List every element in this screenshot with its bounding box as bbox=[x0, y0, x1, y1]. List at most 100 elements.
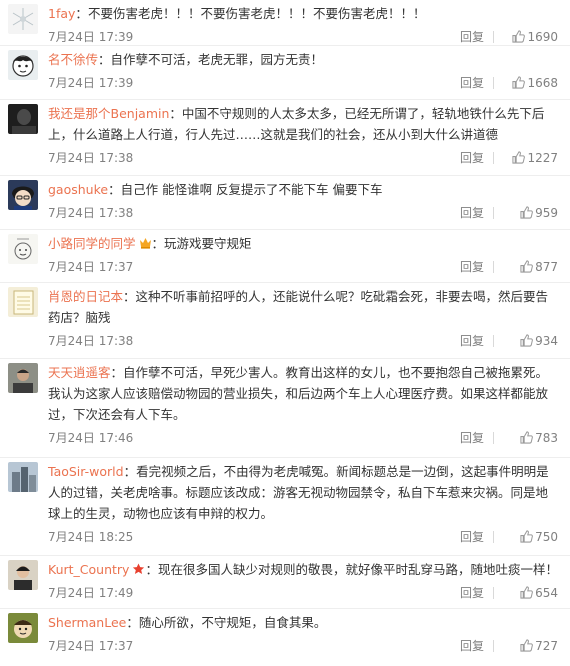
comment-time: 7月24日 17:38 bbox=[48, 334, 134, 348]
thumbs-up-icon bbox=[520, 530, 533, 543]
avatar-anime-boy-icon[interactable] bbox=[8, 180, 38, 210]
vip-badge-icon bbox=[139, 237, 152, 249]
reply-button[interactable]: 回复 bbox=[460, 580, 484, 606]
comment-username[interactable]: 我还是那个Benjamin bbox=[48, 106, 169, 121]
like-count: 1227 bbox=[527, 151, 558, 165]
thumbs-up-icon bbox=[520, 206, 533, 219]
divider bbox=[493, 640, 494, 652]
thumbs-up-icon bbox=[520, 334, 533, 347]
comment-username[interactable]: 1fay bbox=[48, 6, 75, 21]
reply-button[interactable]: 回复 bbox=[460, 633, 484, 659]
comment-username[interactable]: TaoSir-world bbox=[48, 464, 124, 479]
like-count: 1690 bbox=[527, 30, 558, 44]
comment-item: 天天逍遥客：自作孽不可活，早死少害人。教育出这样的女儿，也不要抱怨自己被拖累死。… bbox=[0, 359, 570, 458]
divider bbox=[493, 31, 494, 43]
comment-item: TaoSir-world：看完视频之后，不由得为老虎喊冤。新闻标题总是一边倒，这… bbox=[0, 458, 570, 556]
comment-text: 不要伤害老虎！！！不要伤害老虎！！！不要伤害老虎！！！ bbox=[87, 6, 426, 21]
comment-text: 自作孽不可活，老虎无罪，园方无责！ bbox=[110, 52, 324, 67]
comment-meta: 7月24日 17:38 回复 934 bbox=[48, 328, 558, 354]
divider bbox=[493, 531, 494, 543]
comment-username[interactable]: 肖恩的日记本 bbox=[48, 289, 123, 304]
comment-body: 名不徐传：自作孽不可活，老虎无罪，园方无责！ bbox=[48, 52, 324, 67]
avatar-dark-photo-icon[interactable] bbox=[8, 104, 38, 134]
avatar-building-photo-icon[interactable] bbox=[8, 462, 38, 492]
comment-item: 小路同学的同学 ：玩游戏要守规矩 7月24日 17:37 回复 877 bbox=[0, 230, 570, 283]
comment-username[interactable]: 名不徐传 bbox=[48, 52, 98, 67]
comment-meta: 7月24日 18:25 回复 750 bbox=[48, 524, 558, 550]
thumbs-up-icon bbox=[520, 586, 533, 599]
like-count: 934 bbox=[535, 334, 558, 348]
comment-time: 7月24日 18:25 bbox=[48, 530, 134, 544]
avatar-dandelion-icon[interactable] bbox=[8, 4, 38, 34]
reply-button[interactable]: 回复 bbox=[460, 145, 484, 171]
comment-time: 7月24日 17:49 bbox=[48, 586, 134, 600]
comment-time: 7月24日 17:46 bbox=[48, 431, 134, 445]
comment-text: 自作孽不可活，早死少害人。教育出这样的女儿，也不要抱怨自己被拖累死。我认为这家人… bbox=[48, 365, 549, 422]
reply-button[interactable]: 回复 bbox=[460, 524, 484, 550]
reply-button[interactable]: 回复 bbox=[460, 425, 484, 451]
comment-item: 1fay：不要伤害老虎！！！不要伤害老虎！！！不要伤害老虎！！！ 7月24日 1… bbox=[0, 0, 570, 46]
comment-body: Kurt_Country ：现在很多国人缺少对规则的敬畏，就好像平时乱穿马路，随地… bbox=[48, 562, 558, 577]
like-button[interactable]: 959 bbox=[500, 200, 558, 226]
like-button[interactable]: 727 bbox=[500, 633, 558, 659]
comment-username[interactable]: gaoshuke bbox=[48, 182, 108, 197]
comment-item: ShermanLee：随心所欲，不守规矩，自食其果。 7月24日 17:37 回… bbox=[0, 609, 570, 663]
reply-button[interactable]: 回复 bbox=[460, 254, 484, 280]
comment-username[interactable]: Kurt_Country bbox=[48, 562, 129, 577]
avatar-man-photo-icon[interactable] bbox=[8, 363, 38, 393]
like-button[interactable]: 1227 bbox=[500, 145, 558, 171]
like-count: 783 bbox=[535, 431, 558, 445]
like-button[interactable]: 654 bbox=[500, 580, 558, 606]
comment-meta: 7月24日 17:49 回复 654 bbox=[48, 580, 558, 606]
like-button[interactable]: 934 bbox=[500, 328, 558, 354]
divider bbox=[493, 152, 494, 164]
comment-username[interactable]: ShermanLee bbox=[48, 615, 126, 630]
like-count: 959 bbox=[535, 206, 558, 220]
comment-body: 1fay：不要伤害老虎！！！不要伤害老虎！！！不要伤害老虎！！！ bbox=[48, 6, 426, 21]
thumbs-up-icon bbox=[512, 151, 526, 164]
thumbs-up-icon bbox=[512, 76, 526, 89]
reply-button[interactable]: 回复 bbox=[460, 200, 484, 226]
comment-time: 7月24日 17:39 bbox=[48, 76, 134, 90]
comment-item: 肖恩的日记本：这种不听事前招呼的人，还能说什么呢？吃砒霜会死，非要去喝，然后要告… bbox=[0, 283, 570, 359]
comment-meta: 7月24日 17:37 回复 727 bbox=[48, 633, 558, 659]
comment-meta: 7月24日 17:37 回复 877 bbox=[48, 254, 558, 280]
avatar-doodle-icon[interactable] bbox=[8, 234, 38, 264]
comment-username[interactable]: 小路同学的同学 bbox=[48, 236, 136, 251]
comment-time: 7月24日 17:37 bbox=[48, 639, 134, 653]
comment-text: 随心所欲，不守规矩，自食其果。 bbox=[138, 615, 327, 630]
like-count: 654 bbox=[535, 586, 558, 600]
star-badge-icon bbox=[132, 563, 145, 575]
like-button[interactable]: 1668 bbox=[500, 70, 558, 96]
like-button[interactable]: 783 bbox=[500, 425, 558, 451]
comment-body: 天天逍遥客：自作孽不可活，早死少害人。教育出这样的女儿，也不要抱怨自己被拖累死。… bbox=[48, 365, 549, 422]
divider bbox=[493, 335, 494, 347]
avatar-notebook-icon[interactable] bbox=[8, 287, 38, 317]
divider bbox=[493, 432, 494, 444]
like-count: 877 bbox=[535, 260, 558, 274]
comment-meta: 7月24日 17:46 回复 783 bbox=[48, 425, 558, 451]
avatar-person-photo-icon[interactable] bbox=[8, 560, 38, 590]
thumbs-up-icon bbox=[520, 639, 533, 652]
comment-username[interactable]: 天天逍遥客 bbox=[48, 365, 111, 380]
reply-button[interactable]: 回复 bbox=[460, 70, 484, 96]
avatar-cartoon-boy-icon[interactable] bbox=[8, 50, 38, 80]
comment-body: ShermanLee：随心所欲，不守规矩，自食其果。 bbox=[48, 615, 327, 630]
comment-list: 1fay：不要伤害老虎！！！不要伤害老虎！！！不要伤害老虎！！！ 7月24日 1… bbox=[0, 0, 570, 663]
comment-text: 自己作 能怪谁啊 反复提示了不能下车 偏要下车 bbox=[120, 182, 383, 197]
like-button[interactable]: 877 bbox=[500, 254, 558, 280]
comment-body: 肖恩的日记本：这种不听事前招呼的人，还能说什么呢？吃砒霜会死，非要去喝，然后要告… bbox=[48, 289, 549, 325]
thumbs-up-icon bbox=[512, 30, 526, 43]
comment-time: 7月24日 17:37 bbox=[48, 260, 134, 274]
comment-meta: 7月24日 17:39 回复 1668 bbox=[48, 70, 558, 96]
comment-body: TaoSir-world：看完视频之后，不由得为老虎喊冤。新闻标题总是一边倒，这… bbox=[48, 464, 549, 521]
comment-body: gaoshuke：自己作 能怪谁啊 反复提示了不能下车 偏要下车 bbox=[48, 182, 383, 197]
avatar-cartoon-face-icon[interactable] bbox=[8, 613, 38, 643]
comment-meta: 7月24日 17:38 回复 959 bbox=[48, 200, 558, 226]
comment-item: 名不徐传：自作孽不可活，老虎无罪，园方无责！ 7月24日 17:39 回复 16… bbox=[0, 46, 570, 100]
comment-time: 7月24日 17:38 bbox=[48, 151, 134, 165]
comment-text: 现在很多国人缺少对规则的敬畏，就好像平时乱穿马路，随地吐痰一样！ bbox=[157, 562, 558, 577]
like-button[interactable]: 750 bbox=[500, 524, 558, 550]
comment-meta: 7月24日 17:38 回复 1227 bbox=[48, 145, 558, 171]
reply-button[interactable]: 回复 bbox=[460, 328, 484, 354]
